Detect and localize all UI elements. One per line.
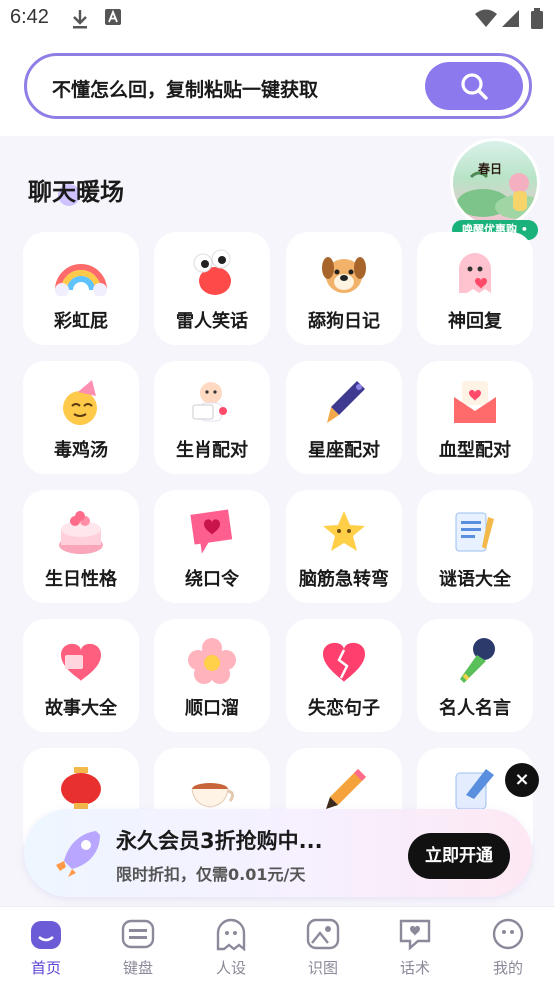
feature-label: 绕口令 [185,569,239,590]
pen-icon [317,377,371,429]
feature-card-constellation[interactable]: 星座配对 [286,361,402,474]
vip-title: 永久会员3折抢购中... [116,829,323,853]
font-a-icon [105,9,121,25]
feature-label: 故事大全 [45,698,117,719]
feature-label: 彩虹屁 [54,311,108,332]
feature-card-reply[interactable]: 神回复 [417,232,533,345]
tab-label: 识图 [307,959,338,977]
header: 不懂怎么回，复制粘贴一键获取 [0,40,554,136]
dog-icon [317,248,371,300]
bottom-tab-bar: 首页 键盘 人设 识图 话术 我的 [0,906,554,984]
vip-banner[interactable]: 永久会员3折抢购中... 限时折扣，仅需0.01元/天 立即开通 [24,809,532,897]
ghost-icon [216,918,246,951]
tab-label: 话术 [399,959,430,977]
image-icon [306,918,340,950]
keyboard-icon [121,919,155,949]
vip-subtitle: 限时折扣，仅需0.01元/天 [116,865,306,884]
notepad-icon [448,506,502,558]
broken-heart-icon [317,635,371,687]
love-letter-icon [448,377,502,429]
silly-face-icon [185,248,239,300]
feature-label: 星座配对 [308,440,380,461]
rainbow-icon [54,248,108,300]
feature-label: 雷人笑话 [176,311,248,332]
feature-card-doggerel[interactable]: 顺口溜 [154,619,270,732]
chat-heart-icon [185,506,239,558]
feature-card-heartbreak[interactable]: 失恋句子 [286,619,402,732]
feature-label: 神回复 [448,311,502,332]
feature-card-rainbow[interactable]: 彩虹屁 [23,232,139,345]
feature-label: 生肖配对 [176,440,248,461]
microphone-icon [448,635,502,687]
feature-card-brain-teaser[interactable]: 脑筋急转弯 [286,490,402,603]
promo-image [450,138,540,228]
feature-label: 毒鸡汤 [54,440,108,461]
search-bar[interactable]: 不懂怎么回，复制粘贴一键获取 [24,53,532,119]
cake-icon [54,506,108,558]
search-icon [461,73,488,100]
tab-image-recognition[interactable]: 识图 [277,907,369,984]
rocket-icon [56,831,100,877]
feature-card-soup[interactable]: 毒鸡汤 [23,361,139,474]
feature-card-quotes[interactable]: 名人名言 [417,619,533,732]
feature-label: 舔狗日记 [308,311,380,332]
heart-chat-icon [399,919,431,951]
party-face-icon [54,377,108,429]
feature-label: 脑筋急转弯 [299,569,389,590]
close-banner-button[interactable]: × [505,763,539,797]
promo-badge[interactable]: 春日 唤醒优惠购 • [450,138,542,242]
search-input[interactable]: 不懂怎么回，复制粘贴一键获取 [52,75,318,102]
feature-card-zodiac[interactable]: 生肖配对 [154,361,270,474]
open-vip-button[interactable]: 立即开通 [408,833,510,879]
feature-card-tongue-twister[interactable]: 绕口令 [154,490,270,603]
feature-label: 生日性格 [45,569,117,590]
home-icon [31,921,61,949]
flower-icon [185,635,239,687]
tab-persona[interactable]: 人设 [185,907,277,984]
tab-home[interactable]: 首页 [0,907,92,984]
tab-label: 首页 [30,959,61,977]
section-title: 聊天暖场 [28,178,124,206]
signal-icon [502,10,519,27]
feature-card-birthday[interactable]: 生日性格 [23,490,139,603]
heart-book-icon [54,635,108,687]
feature-label: 顺口溜 [185,698,239,719]
wifi-icon [475,9,497,27]
tab-label: 我的 [492,959,523,977]
battery-icon [531,8,543,29]
download-icon [73,10,87,29]
feature-card-blood[interactable]: 血型配对 [417,361,533,474]
tab-keyboard[interactable]: 键盘 [92,907,184,984]
feature-card-dog-diary[interactable]: 舔狗日记 [286,232,402,345]
feature-label: 谜语大全 [439,569,511,590]
tab-profile[interactable]: 我的 [462,907,554,984]
spring-scene-icon [457,171,537,219]
tab-label: 键盘 [122,959,153,977]
feature-card-stories[interactable]: 故事大全 [23,619,139,732]
feature-label: 失恋句子 [308,698,380,719]
feature-label: 血型配对 [439,440,511,461]
status-bar: 6:42 [0,0,554,40]
search-button[interactable] [425,62,523,110]
star-icon [317,506,371,558]
promo-mini-text: 春日 [478,162,503,176]
tab-scripts[interactable]: 话术 [369,907,461,984]
status-time: 6:42 [10,6,49,28]
ghost-heart-icon [448,248,502,300]
feature-label: 名人名言 [439,698,511,719]
feature-card-jokes[interactable]: 雷人笑话 [154,232,270,345]
baby-letter-icon [185,377,239,429]
tab-label: 人设 [215,959,246,977]
feature-card-riddles[interactable]: 谜语大全 [417,490,533,603]
profile-icon [492,918,524,950]
